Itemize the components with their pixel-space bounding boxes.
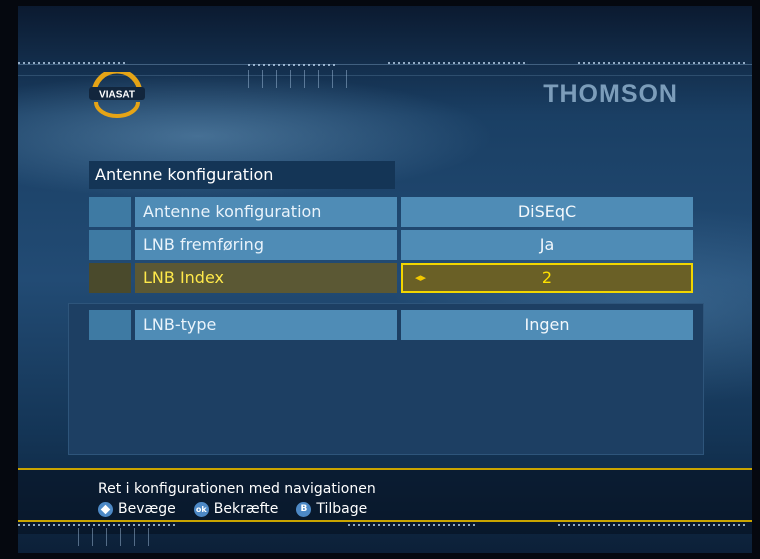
footer-rule-bottom — [18, 520, 752, 522]
viasat-logo-text: VIASAT — [99, 90, 135, 101]
legend-label: Tilbage — [316, 501, 368, 517]
legend-back[interactable]: B Tilbage — [296, 501, 367, 517]
setting-label: LNB Index — [135, 263, 397, 293]
setting-value[interactable]: Ingen — [401, 310, 693, 340]
setting-label: Antenne konfiguration — [135, 197, 397, 227]
menu-title: Antenne konfiguration — [89, 161, 395, 189]
setting-value[interactable]: Ja — [401, 230, 693, 260]
header-dots-far-right — [578, 62, 748, 64]
footer-dots-center — [348, 524, 478, 526]
setting-value-selected[interactable]: ◂▸ 2 — [401, 263, 693, 293]
navigation-diamond-icon — [98, 501, 113, 517]
header-dots-right — [388, 62, 528, 64]
header-dots-left — [18, 62, 128, 64]
ok-button-icon: ok — [193, 501, 209, 517]
header-dots-center — [248, 64, 338, 66]
setting-label: LNB fremføring — [135, 230, 397, 260]
footer-dots-right — [558, 524, 748, 526]
footer-dots-left — [18, 524, 178, 526]
legend-label: Bevæge — [118, 501, 176, 517]
legend-label: Bekræfte — [213, 501, 279, 517]
key-legend: Bevæge ok Bekræfte B Tilbage — [98, 501, 385, 517]
footer-rule-top — [18, 468, 752, 470]
row-marker — [89, 197, 131, 227]
header-ticks — [248, 70, 358, 88]
setting-value-text: 2 — [541, 268, 553, 287]
legend-confirm[interactable]: ok Bekræfte — [193, 501, 279, 517]
setting-row-antenna-config[interactable]: Antenne konfiguration DiSEqC — [89, 197, 693, 227]
brand-logo: THOMSON — [543, 80, 678, 108]
setting-row-lnb-power[interactable]: LNB fremføring Ja — [89, 230, 693, 260]
row-marker — [89, 310, 131, 340]
back-button-icon: B — [296, 501, 312, 517]
legend-move[interactable]: Bevæge — [98, 501, 176, 517]
setting-row-lnb-index[interactable]: LNB Index ◂▸ 2 — [89, 263, 693, 293]
row-marker — [89, 263, 131, 293]
setting-row-lnb-type[interactable]: LNB-type Ingen — [89, 310, 693, 340]
help-text: Ret i konfigurationen med navigationen — [98, 481, 376, 497]
setting-value[interactable]: DiSEqC — [401, 197, 693, 227]
footer-ticks — [78, 528, 158, 546]
row-marker — [89, 230, 131, 260]
setting-label: LNB-type — [135, 310, 397, 340]
viasat-logo: VIASAT — [89, 72, 145, 118]
left-right-arrows-icon: ◂▸ — [415, 271, 427, 284]
tv-screen: VIASAT THOMSON Antenne konfiguration Ant… — [18, 6, 752, 553]
